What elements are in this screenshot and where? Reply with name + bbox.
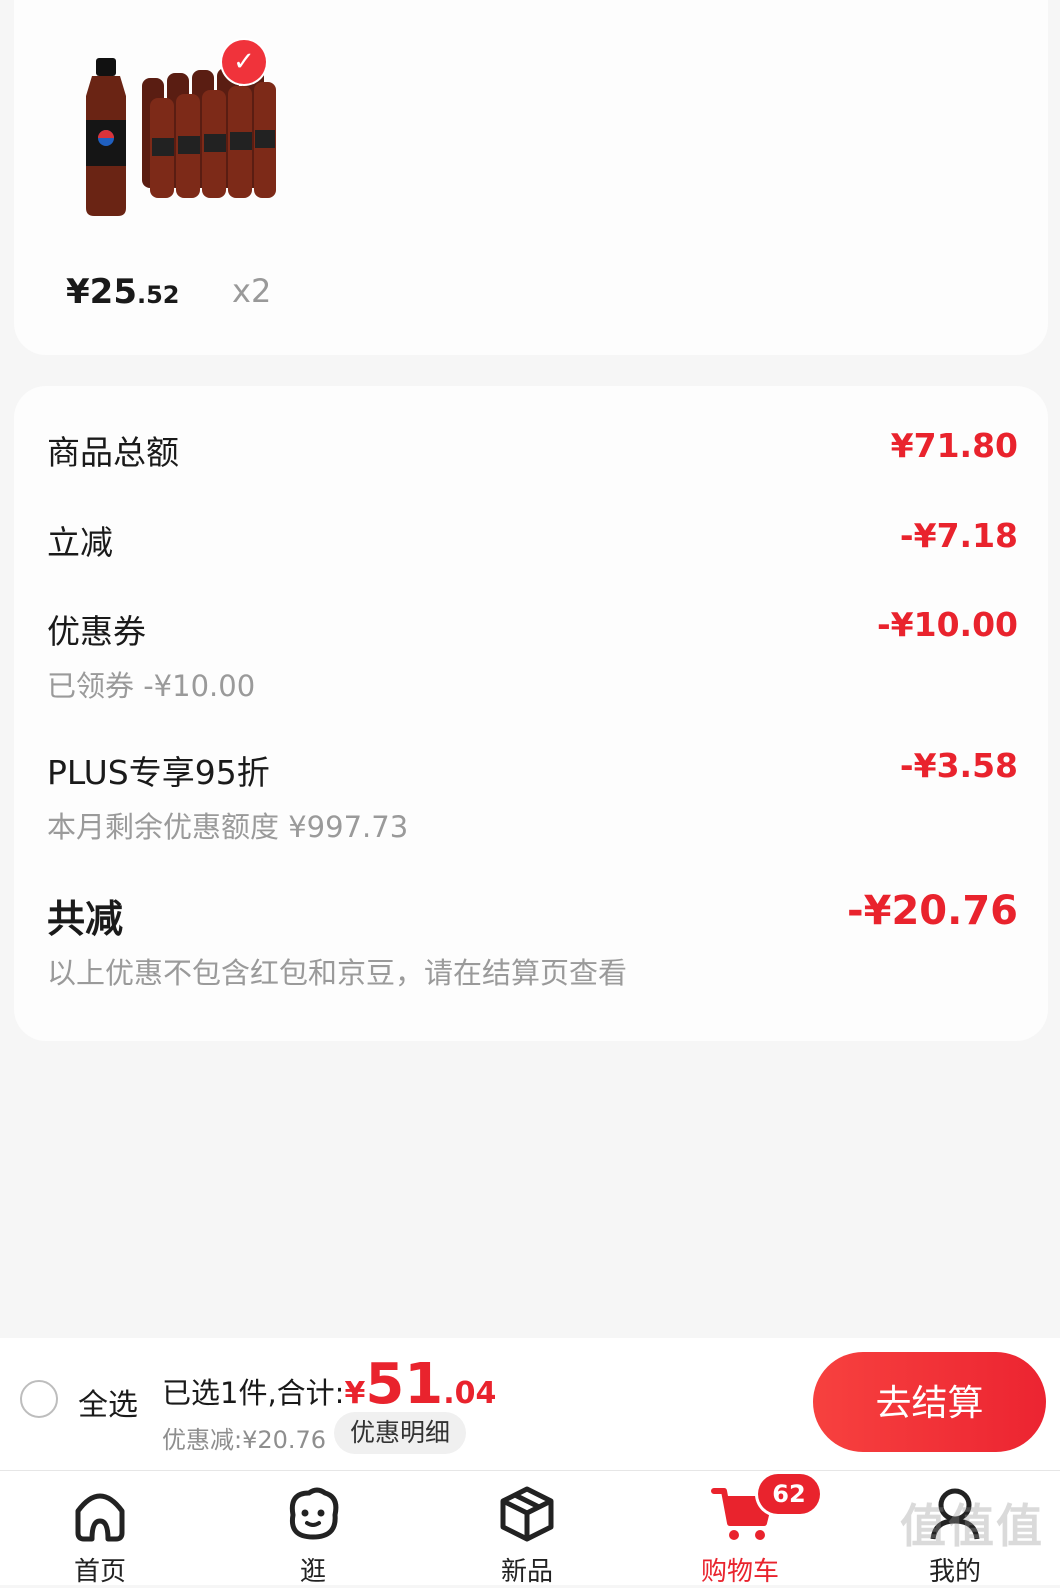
price-decimal: .52 [136,281,180,309]
selected-count-text: 已选1件,合计: [162,1376,345,1410]
tab-new-label: 新品 [500,1557,553,1587]
tab-browse-label: 逛 [299,1557,326,1587]
plus-discount-amount: -¥3.58 [899,746,1018,785]
plus-remaining-quota: 本月剩余优惠额度 ¥997.73 [47,810,409,844]
product-card: ✓ ¥25.52 x2 [14,0,1048,355]
total-currency: ¥ [344,1376,366,1411]
total-integer: 51 [365,1352,444,1417]
cube-icon [500,1486,554,1542]
price-integer: ¥25 [66,272,137,312]
discount-detail-button[interactable]: 优惠明细 [334,1412,467,1454]
instant-discount-label: 立减 [47,523,113,562]
coupon-amount: -¥10.00 [876,605,1018,644]
goods-total-amount: ¥71.80 [890,426,1018,465]
product-price: ¥25.52 [66,272,180,312]
discount-note: 以上优惠不包含红包和京豆，请在结算页查看 [47,956,628,990]
face-icon [289,1487,339,1540]
plus-discount-label: PLUS专享95折 [47,753,270,792]
selected-summary: 已选1件,合计:¥51.04 [162,1352,496,1417]
coupon-sub: 已领券 -¥10.00 [47,669,256,703]
tab-me-label: 我的 [928,1557,981,1587]
tab-browse[interactable]: 逛 [253,1471,373,1587]
coupon-label: 优惠券 [47,612,146,651]
checkout-button[interactable]: 去结算 [813,1352,1046,1452]
total-discount-label: 共减 [47,897,124,941]
tab-new[interactable]: 新品 [467,1471,587,1587]
saved-amount: 优惠减:¥20.76 [162,1426,327,1454]
tab-home-label: 首页 [73,1557,126,1587]
tab-cart-label: 购物车 [700,1557,779,1587]
product-quantity: x2 [232,272,272,310]
cart-count-badge: 62 [758,1474,820,1514]
watermark-logo: 值值值 [900,1499,1044,1553]
checkout-bar: 全选 已选1件,合计:¥51.04 优惠减:¥20.76 优惠明细 去结算 [0,1338,1060,1471]
total-decimal: .04 [443,1376,497,1411]
goods-total-label: 商品总额 [47,433,179,472]
discount-card: 商品总额 ¥71.80 立减 -¥7.18 优惠券 -¥10.00 已领券 -¥… [14,386,1048,1041]
instant-discount-amount: -¥7.18 [899,516,1018,555]
home-icon [75,1493,125,1542]
tab-home[interactable]: 首页 [40,1471,160,1587]
selected-check-icon[interactable]: ✓ [222,40,266,84]
select-all-label[interactable]: 全选 [78,1380,138,1424]
select-all-radio[interactable] [20,1380,58,1418]
total-discount-amount: -¥20.76 [847,888,1018,934]
